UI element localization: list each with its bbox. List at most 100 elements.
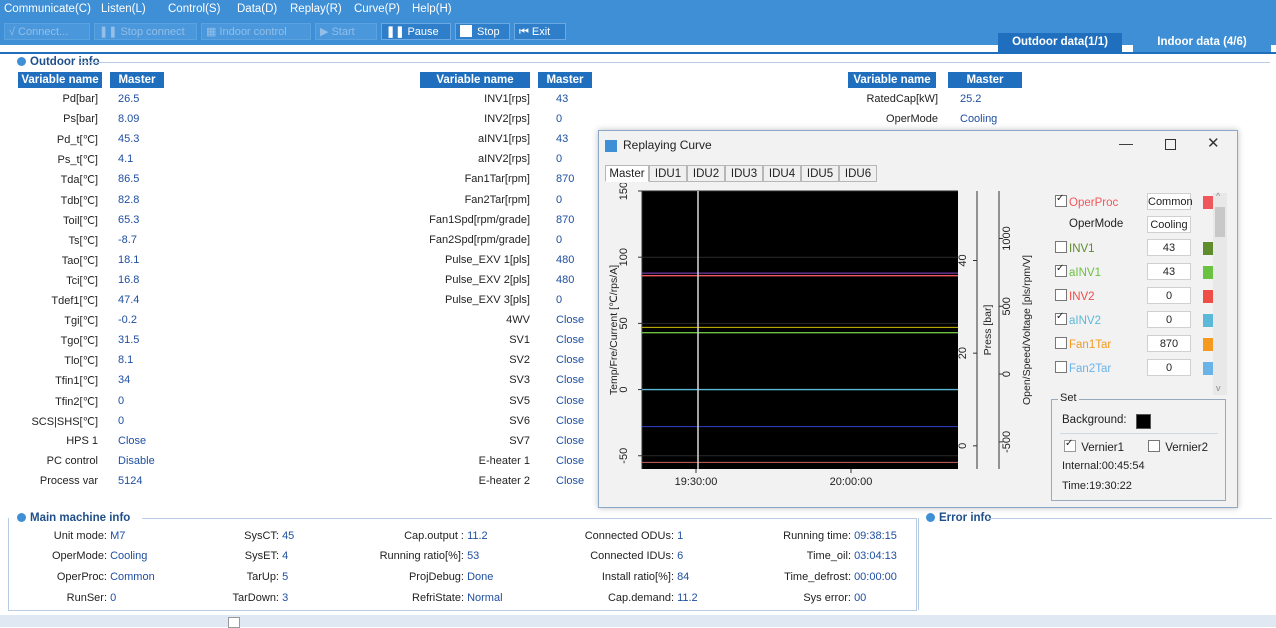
y-right-axis-label: Open/Speed/Voltage [pls/rpm/V] [1021,255,1033,405]
horizontal-scrollbar[interactable] [0,615,1276,628]
error-info-title: Error info [926,512,991,524]
main-machine-item: TarUp: 5 [175,571,353,583]
variable-name: Ps_t[℃] [57,154,98,167]
variable-value: 18.1 [118,253,140,266]
vernier2-check-icon [1148,440,1160,452]
legend-label: Fan2Tar [1055,361,1111,375]
main-machine-item: Time_defrost: 00:00:00 [747,571,925,583]
legend-scroll-thumb[interactable] [1215,207,1225,237]
legend-row-ainv2[interactable]: aINV2 0 [1055,311,1216,329]
legend-checkbox[interactable] [1055,361,1067,373]
menu-listen[interactable]: Listen(L) [101,3,146,15]
menu-control[interactable]: Control(S) [168,3,220,15]
legend-row-fan1tar[interactable]: Fan1Tar 870 [1055,335,1216,353]
tab-outdoor-data[interactable]: Outdoor data(1/1) [998,33,1122,52]
tab-idu2[interactable]: IDU2 [687,165,725,182]
tab-idu3[interactable]: IDU3 [725,165,763,182]
variable-name: SCS|SHS[℃] [31,415,98,428]
variable-name: Tdb[℃] [60,194,98,207]
variable-value: 43 [556,93,569,105]
variable-name: Pulse_EXV 2[pls] [445,273,530,286]
main-machine-item-label: TarDown: [232,592,279,604]
legend-checkbox[interactable] [1055,337,1067,349]
col3-header-name: Variable name [848,72,936,88]
background-color-swatch[interactable] [1136,414,1151,429]
curve-chart[interactable]: 150 100 500 -50 Temp/Fre/Current [℃/rps/A] 40… [599,183,1047,505]
legend-value: 0 [1147,311,1191,328]
variable-value: 47.4 [118,294,140,306]
vernier1-checkbox[interactable]: Vernier1 [1064,438,1124,454]
variable-value: 8.1 [118,354,134,367]
variable-name: SV6 [509,414,530,427]
pause-button[interactable]: ❚❚ Pause [381,23,451,40]
section-dot-icon [926,513,935,522]
replaying-curve-window: Replaying Curve — ✕ Master IDU1 IDU2 IDU… [598,130,1238,508]
scroll-down-icon[interactable]: v [1216,383,1221,393]
connect-button[interactable]: √ Connect... [4,23,90,40]
variable-name: 4WV [506,314,530,327]
legend-scrollbar[interactable]: ^ v [1213,191,1227,395]
main-machine-title: Main machine info [17,512,130,524]
legend-checkbox[interactable] [1055,289,1067,301]
maximize-icon[interactable] [1165,139,1176,150]
main-machine-item: Running time: 09:38:15 [747,530,925,542]
legend-row-ainv1[interactable]: aINV1 43 [1055,263,1216,281]
legend-checkbox[interactable] [1055,241,1067,253]
set-group-title: Set [1058,392,1079,404]
stop-connect-button[interactable]: ❚❚ Stop connect [94,23,197,40]
section-dot-icon [17,57,26,66]
variable-value: 870 [556,173,575,186]
tab-idu1[interactable]: IDU1 [649,165,687,182]
variable-name: HPS 1 [66,434,98,447]
legend-label: aINV1 [1055,263,1101,279]
legend-row-operproc[interactable]: OperProc Common [1055,193,1216,211]
legend-row-fan2tar[interactable]: Fan2Tar 0 [1055,359,1216,377]
stop-button[interactable]: Stop [455,23,510,40]
variable-name: INV1[rps] [484,93,530,105]
minimize-icon[interactable]: — [1119,135,1133,151]
col2-header-master: Master [538,72,592,88]
variable-value: Close [556,314,585,327]
legend-checkbox[interactable] [1055,311,1067,325]
tab-master[interactable]: Master [605,165,649,182]
col2-header-name: Variable name [420,72,530,88]
legend-checkbox[interactable] [1055,263,1067,277]
indoor-control-button[interactable]: ▦ Indoor control [201,23,311,40]
legend-row-inv1[interactable]: INV1 43 [1055,239,1216,257]
close-icon[interactable]: ✕ [1207,134,1220,152]
menu-communicate[interactable]: Communicate(C) [4,3,91,15]
exit-label: Exit [531,26,551,38]
exit-button[interactable]: ⏮ Exit [514,23,566,40]
legend-name: OperProc [1069,197,1119,209]
main-machine-item-label: Running ratio[%]: [379,550,464,562]
variable-value: 43 [556,133,569,146]
variable-value: 25.2 [960,93,982,105]
menu-curve[interactable]: Curve(P) [354,3,400,15]
menu-replay[interactable]: Replay(R) [290,3,342,15]
menu-data[interactable]: Data(D) [237,3,277,15]
legend-value: 43 [1147,263,1191,280]
scrollbar-thumb[interactable] [228,617,240,628]
scroll-up-icon[interactable]: ^ [1216,191,1220,201]
variable-name: Tgo[℃] [60,335,98,348]
variable-value: 8.09 [118,113,140,126]
error-info-label: Error info [939,512,992,524]
start-button[interactable]: ▶ Start [315,23,377,40]
legend-row-inv2[interactable]: INV2 0 [1055,287,1216,305]
legend-checkbox[interactable] [1055,193,1067,207]
vernier2-checkbox[interactable]: Vernier2 [1148,440,1208,454]
vernier1-check-icon [1064,438,1076,452]
tab-indoor-data[interactable]: Indoor data (4/6) [1133,33,1271,52]
tab-idu5[interactable]: IDU5 [801,165,839,182]
main-machine-item-value: 03:04:13 [854,550,897,562]
tab-idu4[interactable]: IDU4 [763,165,801,182]
legend-row-opermode[interactable]: OperMode Cooling [1055,216,1215,234]
tab-idu6[interactable]: IDU6 [839,165,877,182]
legend-name: INV1 [1069,243,1095,255]
menu-help[interactable]: Help(H) [412,3,452,15]
main-machine-item: Connected ODUs: 1 [570,530,748,542]
main-machine-item: Sys error: 00 [747,592,925,604]
stop-label: Stop [477,26,500,38]
variable-value: 0 [556,294,563,306]
main-machine-item: Running ratio[%]: 53 [360,550,538,562]
